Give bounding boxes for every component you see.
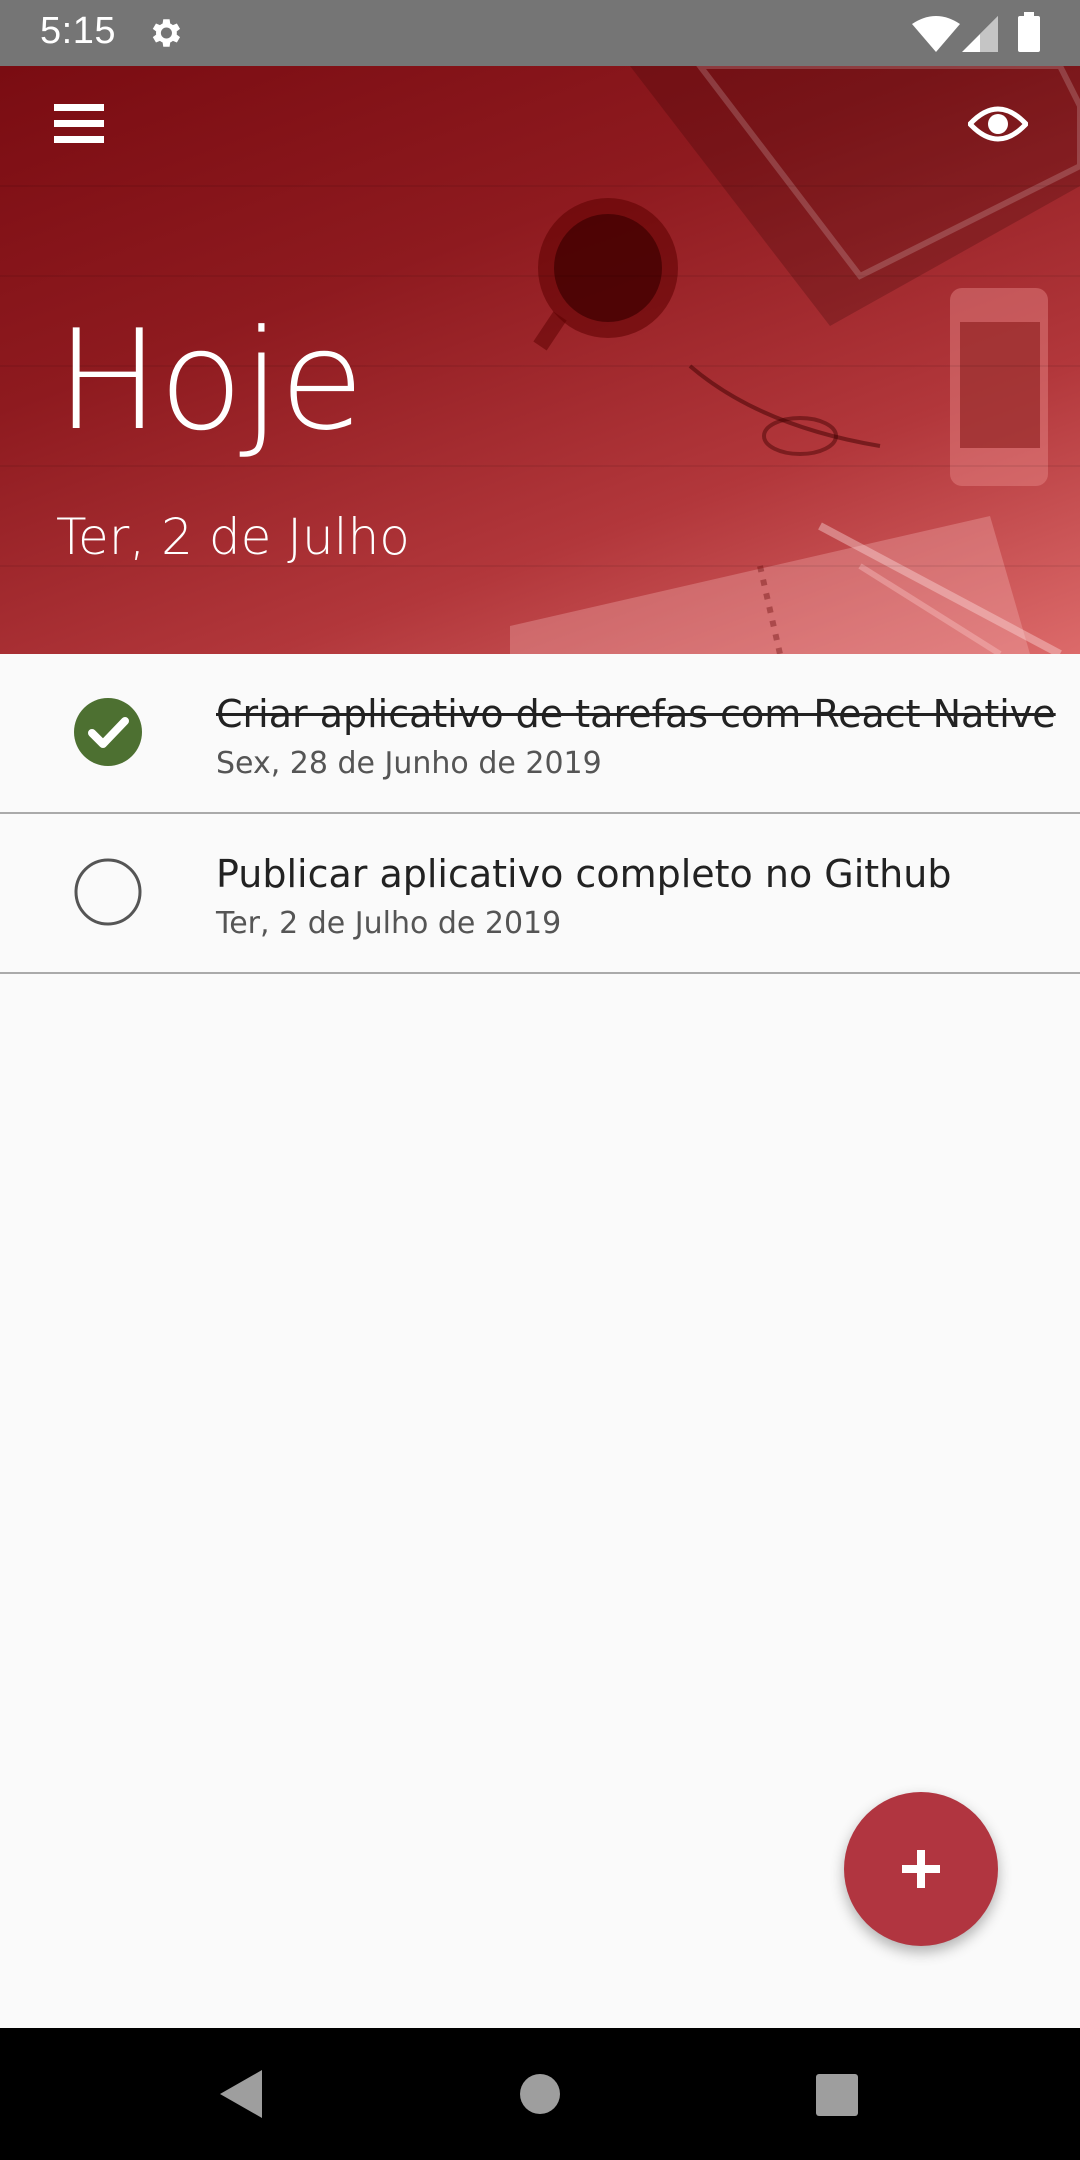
task-date: Sex, 28 de Junho de 2019 xyxy=(216,746,602,781)
system-navigation-bar xyxy=(0,2028,1080,2160)
wifi-icon xyxy=(912,16,960,52)
cell-signal-icon xyxy=(962,16,998,52)
header-banner: Hoje Ter, 2 de Julho xyxy=(0,66,1080,654)
task-pending-circle-icon[interactable] xyxy=(74,858,142,926)
settings-gear-icon xyxy=(152,19,181,47)
current-date: Ter, 2 de Julho xyxy=(56,508,410,566)
eye-icon[interactable] xyxy=(968,102,1028,146)
task-description: Criar aplicativo de tarefas com React Na… xyxy=(216,692,1056,736)
status-bar: 5:15 xyxy=(0,0,1080,66)
page-title: Hoje xyxy=(56,300,364,461)
status-time: 5:15 xyxy=(40,10,116,52)
recents-icon[interactable] xyxy=(816,2074,858,2116)
task-row[interactable]: Criar aplicativo de tarefas com React Na… xyxy=(0,654,1080,814)
app-screen: 5:15 Hoje Ter, 2 de Julho Criar aplicati… xyxy=(0,0,1080,2160)
task-description: Publicar aplicativo completo no Github xyxy=(216,852,952,896)
plus-icon xyxy=(902,1850,940,1888)
hamburger-menu-icon[interactable] xyxy=(54,102,104,146)
task-row[interactable]: Publicar aplicativo completo no Github T… xyxy=(0,814,1080,974)
task-date: Ter, 2 de Julho de 2019 xyxy=(216,906,562,941)
battery-icon xyxy=(1018,12,1040,52)
add-task-button[interactable] xyxy=(844,1792,998,1946)
task-done-check-icon[interactable] xyxy=(74,698,142,766)
home-icon[interactable] xyxy=(520,2074,560,2114)
task-list: Criar aplicativo de tarefas com React Na… xyxy=(0,654,1080,974)
back-icon[interactable] xyxy=(218,2068,264,2120)
